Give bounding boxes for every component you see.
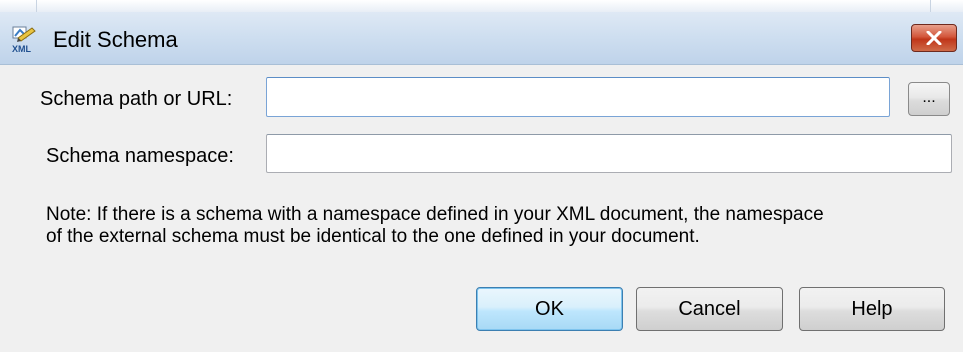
schema-path-input[interactable] — [266, 77, 890, 117]
note-line: of the external schema must be identical… — [46, 226, 700, 247]
note-line: Note: If there is a schema with a namesp… — [46, 204, 824, 225]
dialog-title: Edit Schema — [53, 27, 178, 52]
help-button[interactable]: Help — [799, 287, 945, 331]
schema-namespace-label: Schema namespace: — [46, 145, 234, 167]
ok-button[interactable]: OK — [476, 287, 623, 331]
edit-schema-dialog: XML Edit Schema Schema path or URL: ... … — [0, 0, 963, 352]
window-top-edge — [0, 0, 963, 12]
svg-text:XML: XML — [12, 44, 32, 54]
divider — [36, 0, 37, 12]
divider — [930, 0, 931, 12]
browse-button[interactable]: ... — [908, 82, 950, 116]
schema-namespace-input[interactable] — [266, 134, 952, 173]
schema-path-label: Schema path or URL: — [40, 88, 233, 110]
close-button[interactable] — [911, 24, 957, 52]
note-text: Note: If there is a schema with a namesp… — [46, 204, 946, 248]
xml-schema-icon: XML — [10, 24, 40, 54]
cancel-button[interactable]: Cancel — [636, 287, 783, 331]
close-icon — [926, 31, 942, 45]
